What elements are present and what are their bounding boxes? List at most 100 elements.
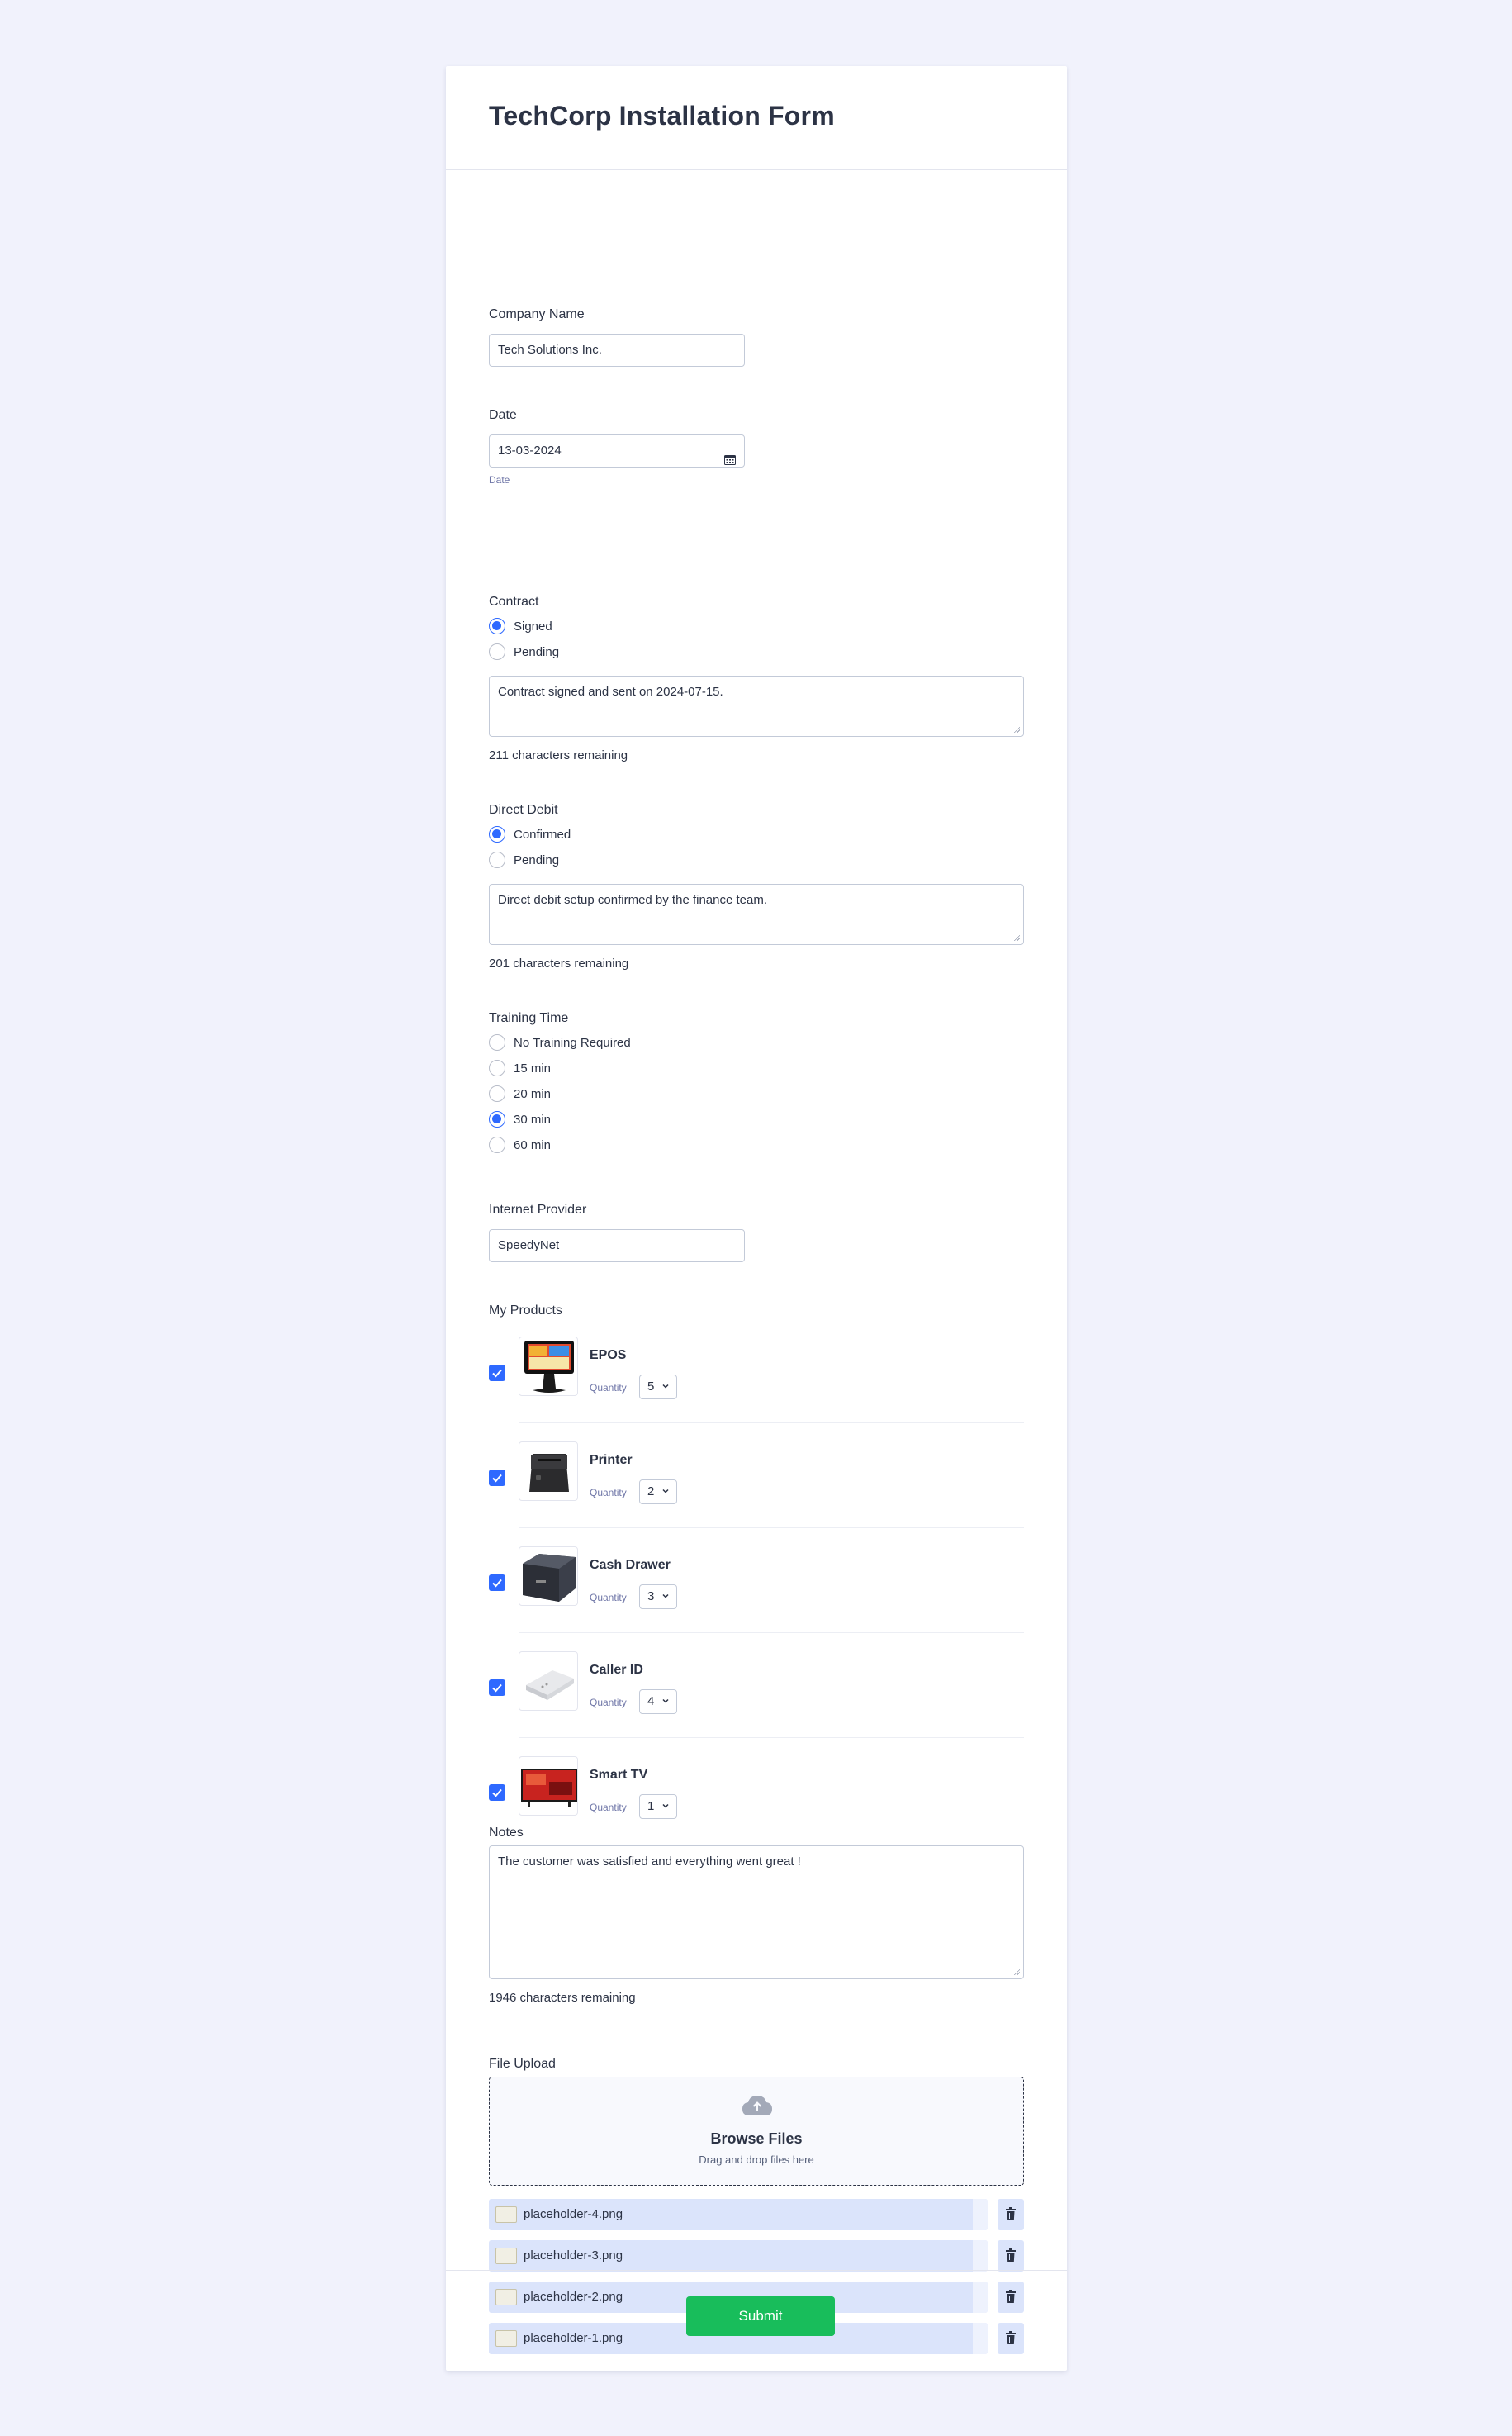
chevron-down-icon: [662, 1803, 669, 1808]
file-name: placeholder-2.png: [524, 2290, 623, 2304]
trash-icon: [1006, 2290, 1016, 2303]
resize-grip-icon[interactable]: [1013, 726, 1020, 733]
contract-option-signed[interactable]: Signed: [489, 616, 552, 636]
file-bar-end: [973, 2323, 988, 2354]
products-label: My Products: [489, 1303, 562, 1318]
image-file-icon: [495, 2289, 517, 2305]
file-dropzone[interactable]: Browse Files Drag and drop files here: [489, 2077, 1024, 2186]
quantity-value: 1: [647, 1799, 655, 1813]
contract-field: Contract Signed Pending Contract signed …: [489, 595, 1024, 762]
product-checkbox[interactable]: [489, 1784, 505, 1801]
browse-files-title[interactable]: Browse Files: [490, 2130, 1023, 2148]
radio-selected-icon[interactable]: [489, 1111, 505, 1128]
training-option-none[interactable]: No Training Required: [489, 1033, 631, 1052]
internet-provider-field: Internet Provider SpeedyNet: [489, 1203, 1024, 1262]
option-label: 20 min: [514, 1086, 552, 1101]
quantity-label: Quantity: [590, 1592, 627, 1603]
chevron-down-icon: [662, 1593, 669, 1598]
training-time-field: Training Time No Training Required 15 mi…: [489, 1011, 1024, 1153]
quantity-select[interactable]: 2: [639, 1479, 677, 1504]
company-name-field: Company Name Tech Solutions Inc.: [489, 307, 1024, 367]
quantity-select[interactable]: 5: [639, 1375, 677, 1399]
image-file-icon: [495, 2248, 517, 2264]
delete-file-button[interactable]: [998, 2199, 1024, 2230]
radio-selected-icon[interactable]: [489, 618, 505, 634]
notes-text: The customer was satisfied and everythin…: [498, 1854, 801, 1869]
direct-debit-option-pending[interactable]: Pending: [489, 850, 559, 870]
direct-debit-option-confirmed[interactable]: Confirmed: [489, 824, 571, 844]
chevron-down-icon: [662, 1384, 669, 1389]
caller-id-device-icon: [519, 1651, 578, 1711]
radio-empty-icon[interactable]: [489, 1085, 505, 1102]
quantity-select[interactable]: 1: [639, 1794, 677, 1819]
company-name-label: Company Name: [489, 307, 585, 321]
products-field: My Products EPOS Quantity 5 Printer Quan…: [489, 1303, 1024, 1819]
notes-label: Notes: [489, 1826, 524, 1840]
quantity-select[interactable]: 3: [639, 1584, 677, 1609]
delete-file-button[interactable]: [998, 2282, 1024, 2313]
training-option-30[interactable]: 30 min: [489, 1109, 551, 1129]
date-sublabel: Date: [489, 474, 510, 486]
training-option-20[interactable]: 20 min: [489, 1084, 551, 1104]
file-name: placeholder-3.png: [524, 2248, 623, 2263]
contract-note-textarea[interactable]: Contract signed and sent on 2024-07-15.: [489, 676, 1024, 737]
option-label: 30 min: [514, 1112, 552, 1127]
option-label: 15 min: [514, 1061, 552, 1076]
radio-selected-icon[interactable]: [489, 826, 505, 843]
company-name-input[interactable]: Tech Solutions Inc.: [489, 334, 745, 367]
direct-debit-note-textarea[interactable]: Direct debit setup confirmed by the fina…: [489, 884, 1024, 945]
product-divider: [519, 1422, 1024, 1423]
radio-empty-icon[interactable]: [489, 643, 505, 660]
product-checkbox[interactable]: [489, 1679, 505, 1696]
checkmark-icon: [492, 1474, 502, 1483]
file-name: placeholder-1.png: [524, 2331, 623, 2345]
option-label: Signed: [514, 619, 552, 634]
contract-label: Contract: [489, 595, 539, 609]
notes-textarea[interactable]: The customer was satisfied and everythin…: [489, 1845, 1024, 1979]
quantity-value: 2: [647, 1484, 655, 1498]
form-title: TechCorp Installation Form: [489, 101, 835, 131]
radio-empty-icon[interactable]: [489, 852, 505, 868]
radio-empty-icon[interactable]: [489, 1137, 505, 1153]
file-upload-field: File Upload Browse Files Drag and drop f…: [489, 2057, 1024, 2354]
form-footer-divider: [446, 2270, 1067, 2271]
direct-debit-char-count: 201 characters remaining: [489, 957, 629, 971]
epos-terminal-icon: [519, 1337, 578, 1396]
resize-grip-icon[interactable]: [1013, 1968, 1020, 1975]
image-file-icon: [495, 2330, 517, 2347]
file-bar-end: [973, 2199, 988, 2230]
submit-button[interactable]: Submit: [686, 2296, 835, 2336]
quantity-select[interactable]: 4: [639, 1689, 677, 1714]
chevron-down-icon: [662, 1489, 669, 1493]
form-header: TechCorp Installation Form: [446, 66, 1067, 170]
dropzone-hint: Drag and drop files here: [699, 2153, 814, 2166]
product-checkbox[interactable]: [489, 1365, 505, 1381]
file-bar-end: [973, 2240, 988, 2272]
contract-option-pending[interactable]: Pending: [489, 642, 559, 662]
quantity-label: Quantity: [590, 1487, 627, 1498]
direct-debit-note-text: Direct debit setup confirmed by the fina…: [498, 893, 768, 907]
option-label: No Training Required: [514, 1035, 631, 1050]
checkmark-icon: [492, 1579, 502, 1588]
contract-char-count: 211 characters remaining: [489, 748, 628, 762]
radio-empty-icon[interactable]: [489, 1060, 505, 1076]
product-checkbox[interactable]: [489, 1470, 505, 1486]
quantity-value: 5: [647, 1379, 655, 1394]
delete-file-button[interactable]: [998, 2323, 1024, 2354]
training-option-15[interactable]: 15 min: [489, 1058, 551, 1078]
date-field: Date 13-03-2024 Date: [489, 408, 1024, 486]
notes-char-count: 1946 characters remaining: [489, 1991, 636, 2005]
radio-empty-icon[interactable]: [489, 1034, 505, 1051]
product-checkbox[interactable]: [489, 1574, 505, 1591]
internet-provider-input[interactable]: SpeedyNet: [489, 1229, 745, 1262]
product-caller-id: Caller ID Quantity 4: [489, 1651, 1024, 1738]
resize-grip-icon[interactable]: [1013, 934, 1020, 941]
date-input[interactable]: 13-03-2024: [489, 434, 745, 468]
option-label: Pending: [514, 644, 560, 659]
delete-file-button[interactable]: [998, 2240, 1024, 2272]
product-name: EPOS: [590, 1348, 627, 1362]
quantity-label: Quantity: [590, 1802, 627, 1813]
training-option-60[interactable]: 60 min: [489, 1135, 551, 1155]
calendar-icon[interactable]: [724, 446, 736, 477]
quantity-label: Quantity: [590, 1382, 627, 1394]
